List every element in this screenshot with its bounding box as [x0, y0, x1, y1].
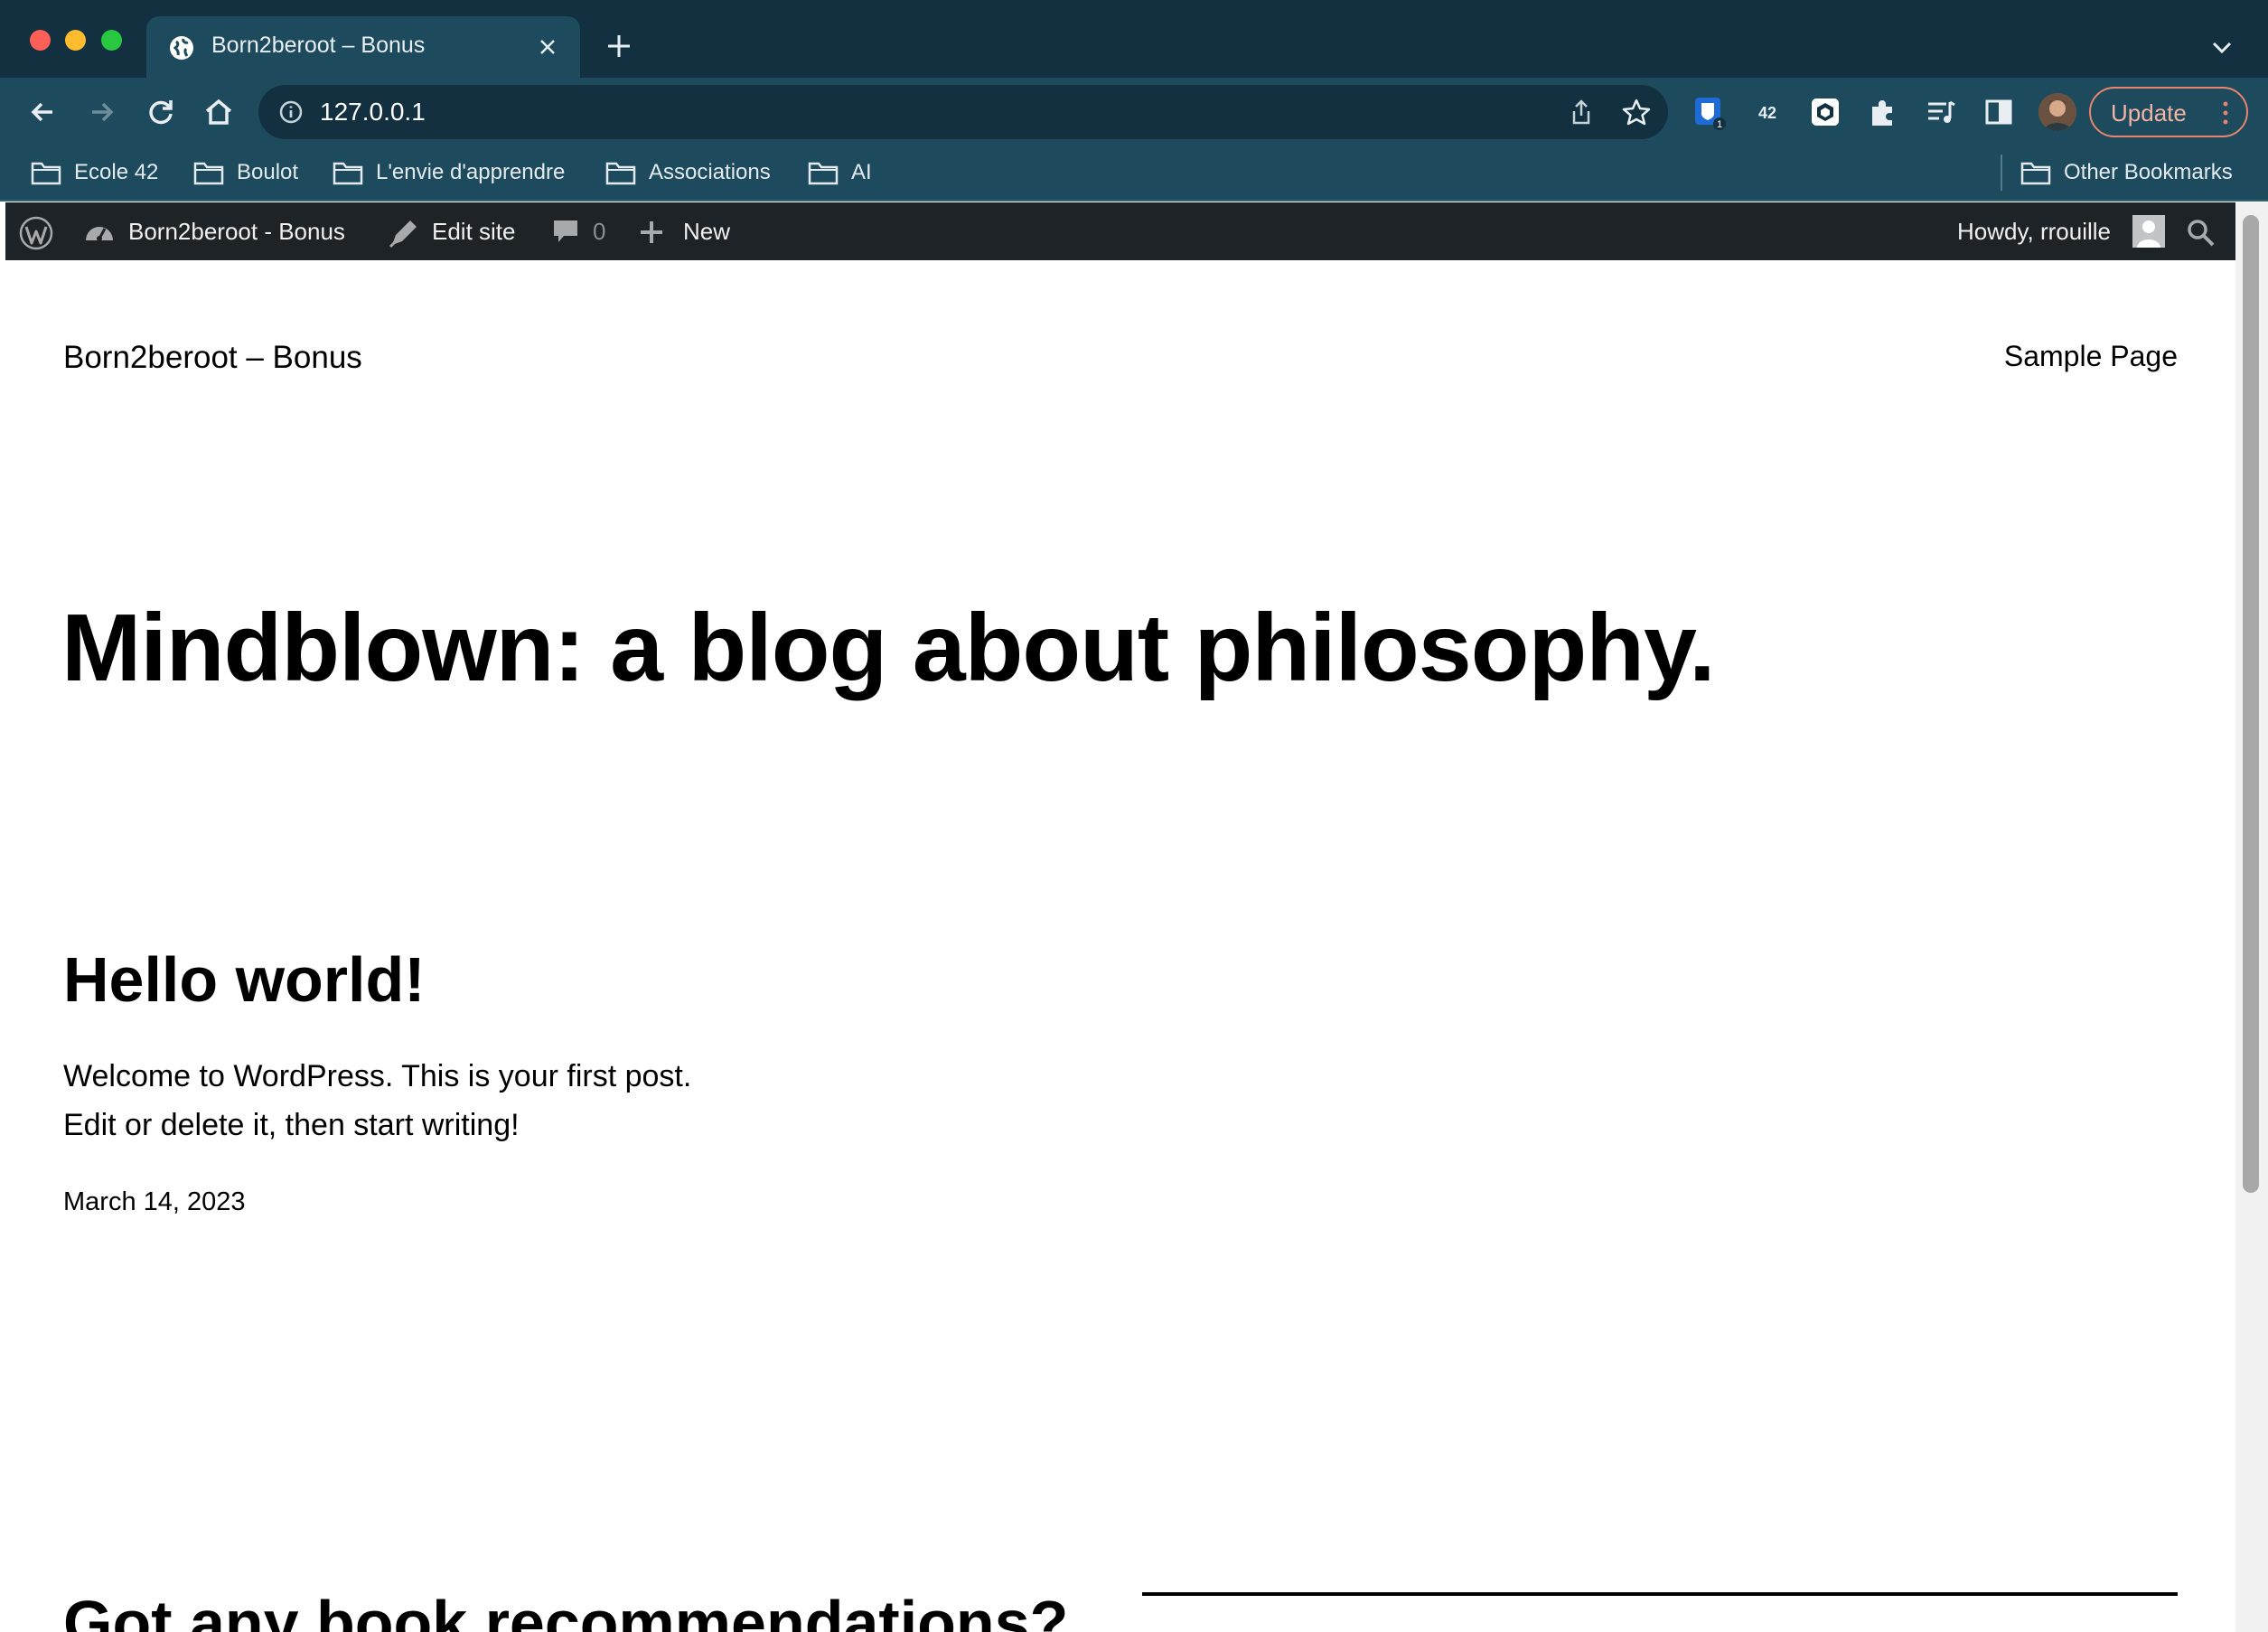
tab-active[interactable]: Born2beroot – Bonus — [146, 16, 580, 78]
window-minimize-button[interactable] — [65, 30, 86, 51]
post-date[interactable]: March 14, 2023 — [63, 1187, 246, 1217]
site-title[interactable]: Born2beroot – Bonus — [63, 340, 362, 376]
section-heading: Got any book recommendations? — [63, 1588, 1069, 1632]
reload-icon[interactable] — [143, 94, 179, 130]
wordpress-logo-icon[interactable] — [18, 215, 54, 251]
browser-window: Born2beroot – Bonus 127.0.0.1 1 42 Updat… — [0, 0, 2268, 1632]
search-icon[interactable] — [2185, 217, 2216, 248]
folder-icon — [605, 162, 636, 185]
bookmark-label: Boulot — [237, 160, 299, 184]
bookmark-label: Ecole 42 — [74, 160, 159, 184]
back-arrow-icon[interactable] — [25, 94, 61, 130]
user-avatar-icon[interactable] — [2132, 215, 2165, 248]
hero-heading: Mindblown: a blog about philosophy. — [61, 595, 1716, 701]
admin-bar-new[interactable]: New — [683, 218, 730, 246]
window-maximize-button[interactable] — [101, 30, 122, 51]
admin-bar-comments-count[interactable]: 0 — [593, 218, 605, 246]
dashboard-icon[interactable] — [83, 217, 116, 248]
tab-title: Born2beroot – Bonus — [211, 33, 426, 58]
bitwarden-extension-icon[interactable]: 1 — [1692, 94, 1728, 130]
scrollbar-thumb[interactable] — [2243, 215, 2259, 1193]
bookmarks-bar: Ecole 42 Boulot L'envie d'apprendre Asso… — [0, 145, 2268, 202]
folder-icon — [333, 162, 363, 185]
bookmark-label: Other Bookmarks — [2064, 160, 2233, 184]
info-icon[interactable] — [278, 99, 304, 125]
browser-toolbar: 127.0.0.1 1 42 Update — [0, 78, 2268, 145]
post-title[interactable]: Hello world! — [63, 942, 426, 1018]
edit-site-icon[interactable] — [387, 215, 421, 249]
profile-photo-icon — [2038, 93, 2076, 131]
share-icon[interactable] — [1567, 98, 1596, 127]
bookmark-label: L'envie d'apprendre — [376, 160, 566, 184]
folder-icon — [193, 162, 224, 185]
url-text[interactable]: 127.0.0.1 — [320, 98, 426, 127]
media-control-icon[interactable] — [1923, 94, 1959, 130]
section-divider — [1142, 1592, 2178, 1596]
profile-avatar[interactable] — [2038, 93, 2076, 131]
bookmark-label: Associations — [649, 160, 771, 184]
side-panel-icon[interactable] — [1981, 94, 2017, 130]
home-icon[interactable] — [201, 94, 237, 130]
cube-extension-icon[interactable] — [1807, 94, 1843, 130]
bookmark-label: AI — [851, 160, 872, 184]
post-excerpt: Welcome to WordPress. This is your first… — [63, 1059, 692, 1093]
chevron-down-icon[interactable] — [2208, 36, 2235, 58]
extensions-puzzle-icon[interactable] — [1865, 94, 1901, 130]
wp-admin-bar: Born2beroot - Bonus Edit site 0 New Howd… — [5, 202, 2235, 260]
globe-icon — [170, 36, 193, 60]
folder-icon — [808, 162, 839, 185]
42-extension-icon[interactable]: 42 — [1749, 94, 1785, 130]
admin-bar-site-name[interactable]: Born2beroot - Bonus — [128, 218, 345, 246]
page-scrollbar[interactable] — [2235, 202, 2268, 1632]
web-viewport: Born2beroot - Bonus Edit site 0 New Howd… — [5, 202, 2268, 1632]
more-vertical-icon — [2223, 101, 2228, 125]
update-button[interactable]: Update — [2089, 87, 2248, 137]
update-label: Update — [2111, 99, 2187, 127]
admin-bar-edit-site[interactable]: Edit site — [432, 218, 516, 246]
extension-badge: 1 — [1717, 119, 1722, 130]
bookmark-star-icon[interactable] — [1621, 97, 1652, 127]
admin-bar-howdy[interactable]: Howdy, rrouille — [1957, 218, 2111, 246]
bookmarks-divider — [2001, 155, 2002, 191]
forward-arrow-icon[interactable] — [83, 94, 119, 130]
close-icon[interactable] — [537, 36, 558, 58]
new-tab-plus-icon[interactable] — [604, 31, 634, 61]
folder-icon — [31, 162, 61, 185]
plus-icon[interactable] — [638, 219, 665, 246]
svg-text:42: 42 — [1758, 104, 1776, 122]
post-excerpt: Edit or delete it, then start writing! — [63, 1108, 520, 1142]
window-close-button[interactable] — [30, 30, 51, 51]
address-bar[interactable]: 127.0.0.1 — [258, 85, 1668, 139]
tab-strip: Born2beroot – Bonus — [0, 0, 2268, 78]
folder-icon — [2020, 162, 2051, 185]
nav-link-sample-page[interactable]: Sample Page — [2004, 340, 2178, 373]
comment-icon[interactable] — [551, 217, 580, 246]
